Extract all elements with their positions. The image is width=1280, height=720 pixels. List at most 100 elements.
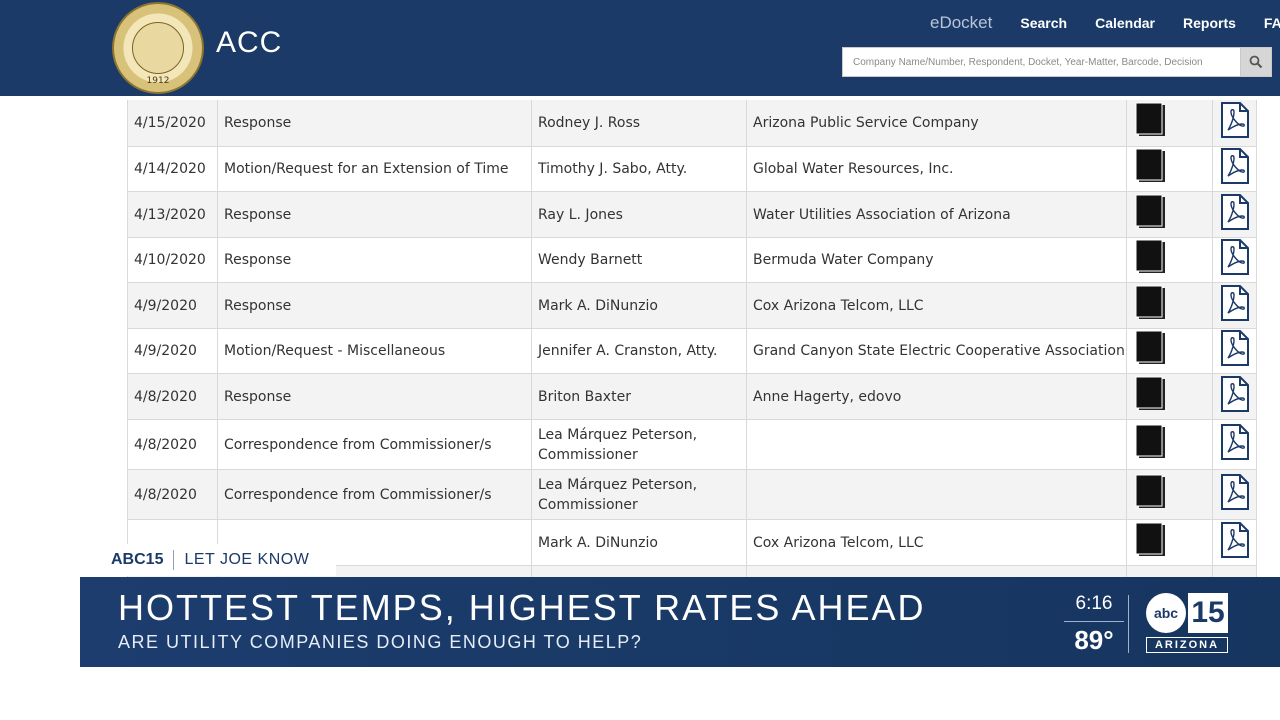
- brand-divider: [1128, 595, 1129, 653]
- document-type: Correspondence from Commissioner/s: [218, 420, 532, 469]
- document-type: Response: [218, 283, 532, 328]
- document-icon[interactable]: [1135, 424, 1167, 466]
- search-icon: [1249, 55, 1263, 69]
- temperature-display: 89°: [1074, 625, 1114, 655]
- top-nav: eDocket Search Calendar Reports FAQ: [930, 12, 1280, 34]
- filed-by: Wendy Barnett: [532, 238, 747, 282]
- table-row[interactable]: 4/8/2020 Response Briton Baxter Anne Hagert…: [127, 374, 1257, 420]
- site-logo-text[interactable]: ACC: [216, 26, 282, 60]
- filed-by: Mark A. DiNunzio: [532, 520, 747, 565]
- pdf-cell: [1213, 420, 1257, 469]
- filing-date: 4/9/2020: [127, 329, 218, 373]
- filed-by: Mark A. DiNunzio: [532, 283, 747, 328]
- company-name: [747, 420, 1127, 469]
- pdf-icon[interactable]: [1220, 375, 1250, 418]
- document-cell: [1127, 147, 1213, 191]
- abc15-logo: abc 15 ARIZONA: [1146, 593, 1228, 653]
- station-label: ABC15: [111, 551, 164, 568]
- document-icon[interactable]: [1135, 194, 1167, 236]
- document-icon[interactable]: [1135, 148, 1167, 190]
- document-cell: [1127, 374, 1213, 419]
- document-cell: [1127, 192, 1213, 237]
- filed-by: Timothy J. Sabo, Atty.: [532, 147, 747, 191]
- document-type: Response: [218, 192, 532, 237]
- document-icon[interactable]: [1135, 102, 1167, 144]
- search-button[interactable]: [1240, 47, 1272, 77]
- document-icon[interactable]: [1135, 239, 1167, 281]
- acc-seal-logo[interactable]: 1912: [112, 2, 204, 94]
- filing-date: 4/8/2020: [127, 420, 218, 469]
- pdf-cell: [1213, 147, 1257, 191]
- table-row[interactable]: 4/8/2020 Correspondence from Commissioner…: [127, 470, 1257, 520]
- document-cell: [1127, 238, 1213, 282]
- segment-tab: ABC15 LET JOE KNOW: [101, 544, 336, 576]
- document-type: Response: [218, 374, 532, 419]
- company-name: Cox Arizona Telcom, LLC: [747, 520, 1127, 565]
- brand-state: ARIZONA: [1146, 637, 1228, 653]
- company-name: Bermuda Water Company: [747, 238, 1127, 282]
- search-bar: [842, 47, 1272, 77]
- document-cell: [1127, 329, 1213, 373]
- search-input[interactable]: [842, 47, 1240, 77]
- pdf-cell: [1213, 374, 1257, 419]
- filed-by: Ray L. Jones: [532, 192, 747, 237]
- filing-date: 4/14/2020: [127, 147, 218, 191]
- document-icon[interactable]: [1135, 474, 1167, 516]
- pdf-cell: [1213, 238, 1257, 282]
- filed-by: Briton Baxter: [532, 374, 747, 419]
- document-type: Motion/Request - Miscellaneous: [218, 329, 532, 373]
- pdf-cell: [1213, 329, 1257, 373]
- filed-by: Lea Márquez Peterson, Commissioner: [532, 470, 747, 519]
- document-icon[interactable]: [1135, 330, 1167, 372]
- table-row[interactable]: 4/14/2020 Motion/Request for an Extension…: [127, 147, 1257, 192]
- document-cell: [1127, 100, 1213, 146]
- company-name: Arizona Public Service Company: [747, 100, 1127, 146]
- table-row[interactable]: 4/9/2020 Response Mark A. DiNunzio Cox Ariz…: [127, 283, 1257, 329]
- document-icon[interactable]: [1135, 522, 1167, 564]
- pdf-cell: [1213, 470, 1257, 519]
- document-cell: [1127, 420, 1213, 469]
- pdf-icon[interactable]: [1220, 473, 1250, 516]
- pdf-cell: [1213, 283, 1257, 328]
- company-name: Global Water Resources, Inc.: [747, 147, 1127, 191]
- nav-calendar-link[interactable]: Calendar: [1095, 15, 1155, 31]
- pdf-icon[interactable]: [1220, 521, 1250, 564]
- nav-reports-link[interactable]: Reports: [1183, 15, 1236, 31]
- filing-date: 4/8/2020: [127, 470, 218, 519]
- pdf-icon[interactable]: [1220, 239, 1250, 281]
- pdf-icon[interactable]: [1220, 330, 1250, 372]
- pdf-icon[interactable]: [1220, 102, 1250, 144]
- document-cell: [1127, 520, 1213, 565]
- company-name: Water Utilities Association of Arizona: [747, 192, 1127, 237]
- company-name: Cox Arizona Telcom, LLC: [747, 283, 1127, 328]
- company-name: [747, 470, 1127, 519]
- table-row[interactable]: 4/10/2020 Response Wendy Barnett Bermuda Wa…: [127, 238, 1257, 283]
- document-cell: [1127, 470, 1213, 519]
- nav-faq-link[interactable]: FAQ: [1264, 15, 1280, 31]
- company-name: Grand Canyon State Electric Cooperative …: [747, 329, 1127, 373]
- time-divider: [1064, 621, 1124, 622]
- document-type: Response: [218, 100, 532, 146]
- pdf-icon[interactable]: [1220, 423, 1250, 466]
- table-row[interactable]: 4/8/2020 Correspondence from Commissioner…: [127, 420, 1257, 470]
- subheadline: ARE UTILITY COMPANIES DOING ENOUGH TO HE…: [118, 632, 643, 652]
- edocket-label[interactable]: eDocket: [930, 13, 992, 33]
- channel-number: 15: [1188, 593, 1228, 633]
- pdf-icon[interactable]: [1220, 193, 1250, 236]
- abc15-mark: abc 15: [1146, 593, 1228, 635]
- document-cell: [1127, 283, 1213, 328]
- pdf-icon[interactable]: [1220, 284, 1250, 327]
- seal-emblem: [132, 22, 184, 74]
- document-type: Response: [218, 238, 532, 282]
- document-type: Correspondence from Commissioner/s: [218, 470, 532, 519]
- table-row[interactable]: 4/9/2020 Motion/Request - Miscellaneous Je…: [127, 329, 1257, 374]
- table-row[interactable]: 4/15/2020 Response Rodney J. Ross Arizona P…: [127, 100, 1257, 147]
- document-icon[interactable]: [1135, 285, 1167, 327]
- nav-search-link[interactable]: Search: [1020, 15, 1067, 31]
- tab-divider: [173, 550, 175, 570]
- filing-date: 4/10/2020: [127, 238, 218, 282]
- pdf-icon[interactable]: [1220, 148, 1250, 190]
- filed-by: Lea Márquez Peterson, Commissioner: [532, 420, 747, 469]
- document-icon[interactable]: [1135, 376, 1167, 418]
- table-row[interactable]: 4/13/2020 Response Ray L. Jones Water Utili…: [127, 192, 1257, 238]
